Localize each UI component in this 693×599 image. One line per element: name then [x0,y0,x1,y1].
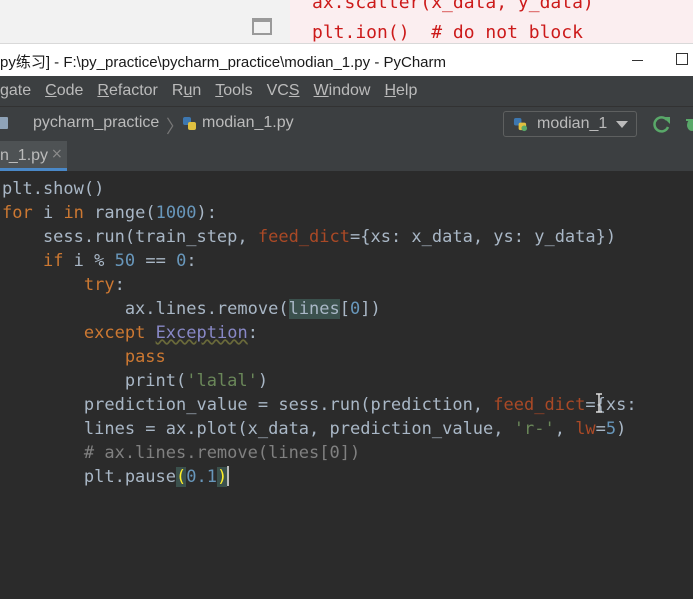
background-code-area: ax.scatter(x_data, y_data) plt.ion() # d… [290,0,693,43]
folder-icon [0,117,8,129]
minimize-button[interactable] [626,44,650,76]
menu-navigate[interactable]: gate [0,82,31,100]
text-caret [227,466,230,486]
code-line: # ax.lines.remove(lines[0]) [2,441,360,465]
code-line: except Exception: [83,323,258,343]
chevron-down-icon [616,121,628,128]
breadcrumb-project[interactable]: pycharm_practice [33,114,159,132]
title-bar: py练习] - F:\py_practice\pycharm_practice\… [0,43,693,76]
code-line: lines = ax.plot(x_data, prediction_value… [2,419,627,439]
run-configuration-dropdown[interactable]: modian_1 [503,111,637,137]
code-line: pass [124,347,166,367]
window-icon [252,18,272,35]
code-comment: # ax.lines.remove(lines[0]) [2,443,361,463]
ibeam-cursor-icon [596,393,602,413]
background-code-line: plt.ion() # do not block [312,22,583,43]
run-configuration-label: modian_1 [537,115,608,132]
code-editor[interactable]: plt.show() for i in range(1000): sess.ru… [0,171,693,599]
menu-tools[interactable]: Tools [215,82,252,100]
background-window: ax.scatter(x_data, y_data) plt.ion() # d… [0,0,693,43]
editor-tab-bar: n_1.py × [0,141,693,171]
menu-run[interactable]: Run [172,82,201,100]
code-line: for i in range(1000): [2,203,218,223]
code-line: prediction_value = sess.run(prediction, … [2,395,637,415]
window-title: py练习] - F:\py_practice\pycharm_practice\… [0,54,446,71]
background-code-line: ax.scatter(x_data, y_data) [312,0,594,13]
code-line: plt.pause(0.1) [2,466,230,487]
menu-refactor[interactable]: Refactor [97,82,157,100]
code-line: plt.show() [2,177,104,201]
code-line: if i % 50 == 0: [42,251,197,271]
tab-modian-1[interactable]: n_1.py × [0,141,67,171]
code-text: plt.show() [2,179,105,199]
menu-vcs[interactable]: VCS [267,82,300,100]
tab-label: n_1.py [0,147,49,164]
code-line: print('lalal') [2,371,269,391]
rerun-icon[interactable] [652,114,672,134]
close-icon[interactable]: × [51,146,63,162]
code-line: ax.lines.remove(lines[0]) [2,299,381,319]
breadcrumb-file[interactable]: modian_1.py [202,114,294,132]
menu-code[interactable]: Code [45,82,83,100]
menu-bar: gate Code Refactor Run Tools VCS Window … [0,76,693,106]
maximize-button[interactable] [676,53,688,65]
python-file-icon [183,117,196,130]
code-line: sess.run(train_step, feed_dict={xs: x_da… [2,227,617,247]
code-line: try: [83,275,125,295]
python-icon [513,117,528,132]
navigation-bar: pycharm_practice 〉 modian_1.py modian_1 [0,106,693,142]
menu-window[interactable]: Window [314,82,371,100]
menu-help[interactable]: Help [384,82,417,100]
debug-icon[interactable] [682,114,693,134]
